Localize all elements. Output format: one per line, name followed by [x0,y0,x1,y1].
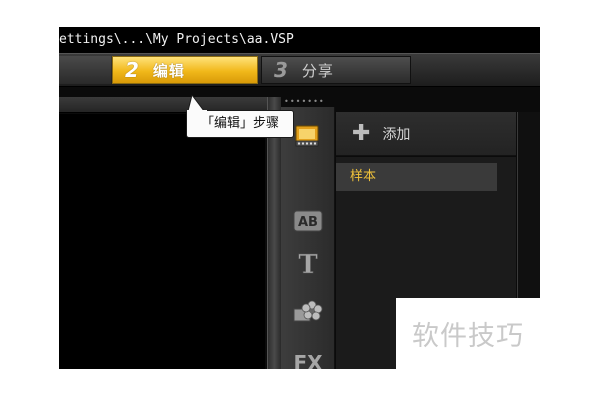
add-button[interactable]: ✚ 添加 [336,112,516,156]
step-bar: 2 编辑 3 分享 [59,53,540,87]
step-number: 2 [125,58,139,82]
watermark: 软件技巧 [396,298,540,369]
tooltip: 「编辑」步骤 [186,110,294,138]
media-icon[interactable] [291,121,325,149]
tab-edit-step[interactable]: 2 编辑 [112,56,258,84]
library-item-sample[interactable]: 样本 [336,163,497,191]
library-header: ✚ 添加 [336,112,516,156]
add-button-label: 添加 [382,127,411,143]
title-icon-label: T [298,250,318,277]
step-tab-previous[interactable] [59,56,111,84]
filter-icon[interactable]: FX [291,342,325,369]
transition-icon[interactable]: AB [291,207,325,235]
project-path: ettings\...\My Projects\aa.VSP [59,32,294,47]
preview-window[interactable] [59,114,265,369]
tooltip-pointer [187,95,207,113]
title-bar: ettings\...\My Projects\aa.VSP [59,27,540,53]
step-label: 分享 [301,61,334,80]
graphics-icon[interactable] [291,297,325,325]
transition-icon-label: AB [298,215,318,230]
step-number: 3 [274,58,288,82]
plus-icon: ✚ [352,121,371,146]
library-toolbar: AB T FX [281,107,335,369]
title-icon[interactable]: T [291,249,325,277]
library-grip-handle[interactable]: ••••••• [284,97,344,107]
filter-icon-label: FX [293,351,323,369]
step-label: 编辑 [152,61,185,80]
tab-share-step[interactable]: 3 分享 [261,56,411,84]
